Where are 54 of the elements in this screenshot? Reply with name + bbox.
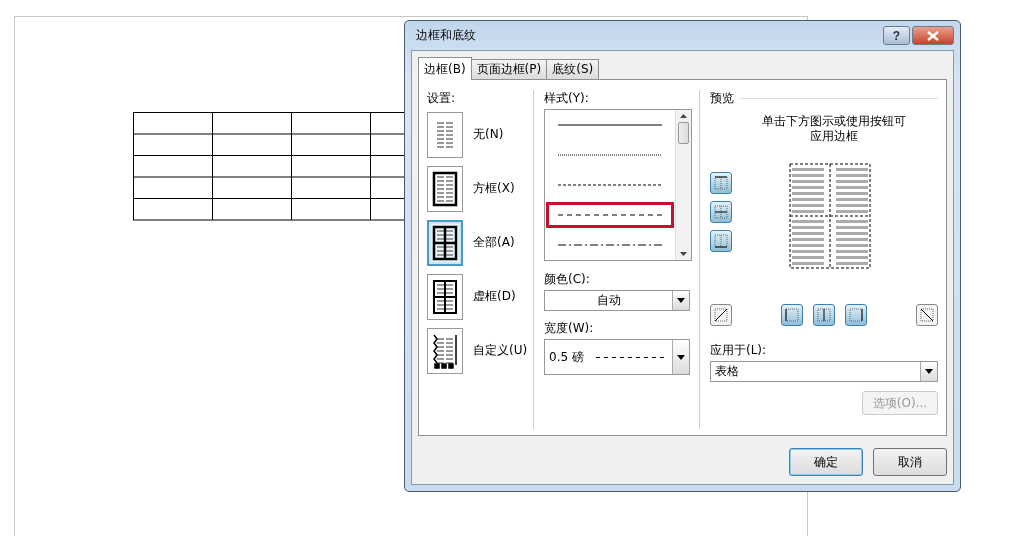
width-label: 宽度(W): [544, 320, 595, 336]
border-toggle-button[interactable] [781, 304, 803, 326]
border-toggle-button[interactable] [813, 304, 835, 326]
setting-label: 自定义(U) [473, 342, 528, 359]
line-sample-icon [558, 213, 662, 217]
scroll-down-icon [680, 252, 687, 256]
style-label: 样式(Y): [544, 90, 590, 106]
caret-icon [925, 369, 933, 374]
table-icon [432, 170, 458, 207]
border-toggle-button[interactable] [845, 304, 867, 326]
table-icon [432, 278, 458, 315]
scroll-thumb[interactable] [678, 122, 689, 144]
close-icon [927, 30, 939, 41]
color-dropdown[interactable]: 自动 [544, 290, 690, 311]
setting-label: 虚框(D) [473, 288, 516, 305]
setting-option[interactable] [427, 219, 463, 266]
help-button[interactable]: ? [883, 26, 910, 45]
settings-label: 设置: [427, 90, 457, 106]
scrollbar[interactable] [675, 110, 691, 260]
table-icon [432, 224, 458, 261]
line-sample-icon [558, 123, 662, 127]
ok-button[interactable]: 确定 [789, 448, 863, 476]
border-toggle-button[interactable] [710, 230, 732, 252]
border-toggle-button[interactable] [710, 304, 732, 326]
setting-label: 无(N) [473, 126, 504, 143]
tab[interactable]: 底纹(S) [546, 59, 600, 79]
apply-to-label: 应用于(L): [710, 342, 768, 358]
tab[interactable]: 边框(B) [418, 57, 472, 80]
close-button[interactable] [912, 26, 954, 45]
line-style-option[interactable] [546, 202, 674, 228]
line-sample-icon [558, 183, 662, 187]
width-dropdown[interactable]: 0.5 磅 [544, 339, 690, 375]
border-toggle-button[interactable] [710, 201, 732, 223]
table-icon [432, 332, 458, 369]
line-sample-icon [558, 243, 662, 247]
preview-label: 预览 [710, 90, 734, 107]
setting-label: 全部(A) [473, 234, 515, 251]
preview-hint: 单击下方图示或使用按钮可应用边框 [762, 114, 906, 144]
setting-option[interactable] [427, 327, 463, 374]
cancel-button[interactable]: 取消 [873, 448, 947, 476]
caret-icon [677, 298, 685, 303]
color-label: 颜色(C): [544, 271, 591, 287]
line-sample-icon [595, 355, 666, 359]
scroll-up-icon [680, 114, 687, 118]
window-title: 边框和底纹 [416, 27, 477, 44]
border-toggle-button[interactable] [710, 172, 732, 194]
setting-option[interactable] [427, 273, 463, 320]
setting-option[interactable] [427, 165, 463, 212]
caret-icon [677, 354, 685, 360]
border-toggle-button[interactable] [916, 304, 938, 326]
tab[interactable]: 页面边框(P) [470, 59, 548, 79]
apply-to-dropdown[interactable]: 表格 [710, 361, 938, 382]
setting-label: 方框(X) [473, 180, 515, 197]
line-sample-icon [558, 153, 662, 157]
